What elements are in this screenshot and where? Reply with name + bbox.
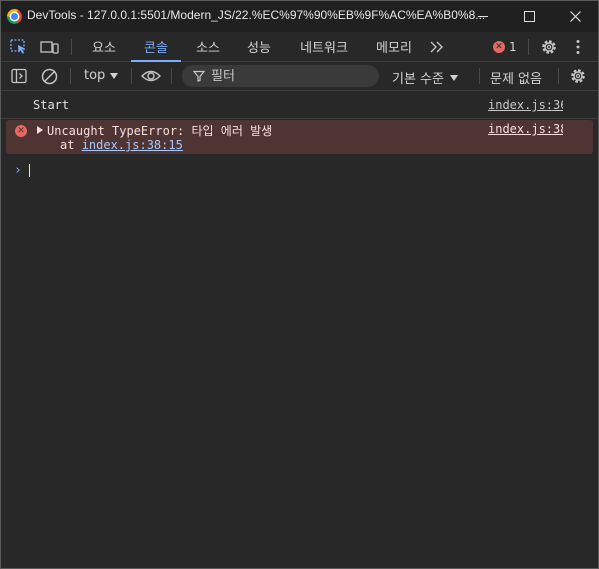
tab-memory[interactable]: 메모리 — [367, 32, 421, 61]
eye-icon — [141, 70, 161, 82]
more-vertical-icon — [576, 40, 580, 54]
live-expression-button[interactable] — [140, 67, 162, 85]
close-icon — [569, 11, 581, 22]
window-title: DevTools - 127.0.0.1:5501/Modern_JS/22.%… — [27, 8, 486, 22]
toolbar-divider — [71, 39, 72, 55]
chevron-double-right-icon — [430, 41, 443, 53]
panel-tabbar: 요소 콘솔 소스 성능 네트워크 메모리 ✕ 1 — [1, 32, 598, 62]
log-levels-label: 기본 수준 — [392, 72, 444, 87]
console-error-message: ✕ Uncaught TypeError: 타입 에러 발생 at index.… — [6, 120, 593, 154]
device-toolbar-icon — [40, 41, 59, 54]
dropdown-arrow-icon — [110, 72, 119, 79]
stack-prefix: at — [60, 138, 82, 152]
device-toolbar-button[interactable] — [39, 38, 61, 56]
toolbar-divider — [479, 68, 480, 84]
expand-triangle-icon[interactable] — [37, 126, 43, 134]
dropdown-arrow-icon — [449, 74, 458, 81]
gear-icon — [571, 69, 585, 83]
context-select[interactable]: top — [84, 68, 119, 83]
console-prompt[interactable]: › — [1, 160, 598, 184]
gear-icon — [542, 40, 556, 54]
maximize-button[interactable] — [506, 1, 552, 32]
tab-elements[interactable]: 요소 — [82, 32, 126, 61]
log-source-link[interactable]: index.js:36 — [488, 98, 563, 112]
error-icon: ✕ — [15, 125, 27, 137]
error-count: 1 — [509, 40, 517, 54]
tab-performance[interactable]: 성능 — [237, 32, 281, 61]
console-messages: Start index.js:36 ✕ Uncaught TypeError: … — [1, 91, 598, 184]
tab-sources[interactable]: 소스 — [186, 32, 230, 61]
more-tabs-button[interactable] — [427, 38, 447, 56]
inspect-element-icon — [10, 39, 25, 54]
tab-network[interactable]: 네트워크 — [291, 32, 357, 61]
error-icon: ✕ — [493, 41, 505, 53]
filter-icon — [193, 70, 205, 82]
error-stack-line: at index.js:38:15 — [60, 138, 183, 152]
toolbar-divider — [70, 68, 71, 84]
issues-button[interactable]: 문제 없음 — [490, 68, 542, 87]
toolbar-divider — [131, 68, 132, 84]
settings-button[interactable] — [539, 37, 559, 57]
sidebar-toggle-button[interactable] — [10, 67, 28, 85]
title-bar: DevTools - 127.0.0.1:5501/Modern_JS/22.%… — [1, 1, 598, 32]
console-settings-button[interactable] — [568, 66, 588, 86]
clear-console-button[interactable] — [40, 67, 58, 85]
prompt-chevron-icon: › — [14, 163, 22, 178]
inspect-element-button[interactable] — [9, 38, 29, 56]
console-log-message: Start index.js:36 — [1, 91, 598, 119]
sidebar-toggle-icon — [11, 68, 27, 84]
log-levels-select[interactable]: 기본 수준 — [392, 68, 458, 87]
devtools-window: DevTools - 127.0.0.1:5501/Modern_JS/22.%… — [0, 0, 599, 569]
minimize-icon — [478, 16, 488, 17]
error-source-link[interactable]: index.js:38 — [488, 122, 563, 136]
maximize-icon — [523, 11, 535, 22]
toolbar-divider — [528, 39, 529, 55]
chrome-logo-icon — [7, 9, 22, 24]
text-caret — [29, 164, 30, 177]
toolbar-divider — [558, 68, 559, 84]
toolbar-divider — [171, 68, 172, 84]
console-toolbar: top 기본 수준 문제 없음 — [1, 62, 598, 91]
log-text: Start — [33, 98, 70, 112]
close-button[interactable] — [552, 1, 598, 32]
tab-console[interactable]: 콘솔 — [131, 32, 181, 62]
context-value: top — [84, 68, 106, 83]
stack-trace-link[interactable]: index.js:38:15 — [82, 138, 183, 152]
minimize-button[interactable] — [460, 1, 506, 32]
error-text: Uncaught TypeError: 타입 에러 발생 — [47, 124, 273, 138]
clear-icon — [41, 68, 57, 84]
more-options-button[interactable] — [569, 37, 587, 57]
filter-input[interactable] — [209, 67, 373, 85]
error-counter[interactable]: ✕ 1 — [493, 40, 517, 54]
filter-box[interactable] — [182, 65, 379, 87]
